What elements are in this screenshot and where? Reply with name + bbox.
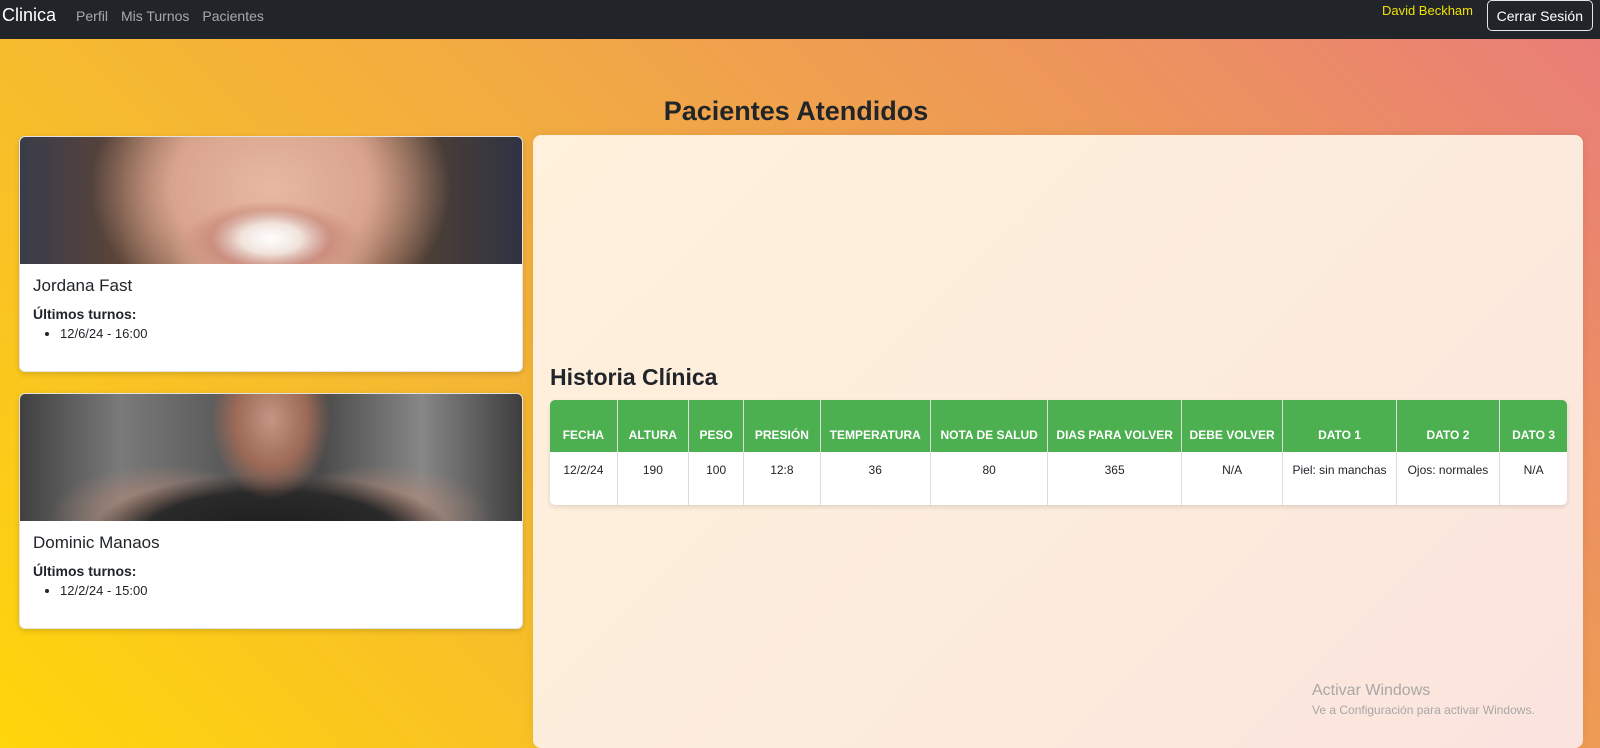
col-header-temperatura: TEMPERATURA [820,400,931,452]
patient-card-dominic[interactable]: Dominic Manaos Últimos turnos: 12/2/24 -… [19,393,523,629]
patient-card-jordana[interactable]: Jordana Fast Últimos turnos: 12/6/24 - 1… [19,136,523,372]
watermark-subtitle: Ve a Configuración para activar Windows. [1312,703,1535,717]
windows-activation-watermark: Activar Windows Ve a Configuración para … [1312,682,1535,717]
col-header-fecha: FECHA [550,400,618,452]
history-table-wrap: FECHA ALTURA PESO PRESIÓN TEMPERATURA NO… [550,400,1567,505]
brand-link[interactable]: Clinica [2,5,56,26]
turns-label: Últimos turnos: [33,563,137,579]
page-title: Pacientes Atendidos [663,96,929,126]
col-header-debe-volver: DEBE VOLVER [1181,400,1284,452]
card-body: Dominic Manaos Últimos turnos: 12/2/24 -… [20,521,522,610]
cell-dato-3: N/A [1523,463,1544,477]
cell-dato-1: Piel: sin manchas [1282,452,1397,505]
user-name: David Beckham [1381,3,1473,18]
col-header-peso: PESO [688,400,745,452]
history-title: Historia Clínica [550,364,718,390]
top-navbar: Clinica Perfil Mis Turnos Pacientes Davi… [0,0,1600,39]
nav-link-pacientes[interactable]: Pacientes [202,8,263,24]
patient-photo [20,394,522,521]
patient-name: Jordana Fast [33,276,133,295]
turns-list: 12/6/24 - 16:00 [60,326,509,341]
col-header-dato-2: DATO 2 [1396,400,1501,452]
col-header-dias-volver: DIAS PARA VOLVER [1047,400,1182,452]
history-table: FECHA ALTURA PESO PRESIÓN TEMPERATURA NO… [550,400,1567,505]
cell-altura: 190 [617,452,690,505]
cell-dato-2: Ojos: normales [1396,452,1501,505]
col-header-altura: ALTURA [617,400,690,452]
watermark-title: Activar Windows [1312,682,1431,699]
turn-item: 12/6/24 - 16:00 [60,326,509,341]
table-header-row: FECHA ALTURA PESO PRESIÓN TEMPERATURA NO… [550,400,1567,452]
nav-link-mis-turnos[interactable]: Mis Turnos [121,8,189,24]
col-header-presion: PRESIÓN [743,400,821,452]
patient-photo [20,137,522,264]
cell-presion: 12:8 [743,452,821,505]
cell-dias-volver: 365 [1047,452,1182,505]
col-header-nota-salud: NOTA DE SALUD [930,400,1049,452]
cell-fecha: 12/2/24 [550,452,618,505]
cell-nota-salud: 80 [930,452,1049,505]
card-body: Jordana Fast Últimos turnos: 12/6/24 - 1… [20,264,522,353]
logout-button[interactable]: Cerrar Sesión [1486,0,1593,31]
patient-name: Dominic Manaos [33,533,160,552]
table-row: 12/2/24 190 100 12:8 36 80 365 N/A Piel:… [550,452,1567,505]
cell-peso: 100 [688,452,745,505]
cell-debe-volver: N/A [1181,452,1284,505]
turns-label: Últimos turnos: [33,306,137,322]
col-header-dato-1: DATO 1 [1282,400,1397,452]
nav-link-perfil[interactable]: Perfil [76,8,108,24]
cell-temperatura: 36 [820,452,931,505]
history-panel: Historia Clínica FECHA ALTURA PESO PRESI… [533,135,1583,748]
turn-item: 12/2/24 - 15:00 [60,583,509,598]
col-header-dato-3: DATO 3 [1499,400,1567,452]
turns-list: 12/2/24 - 15:00 [60,583,509,598]
